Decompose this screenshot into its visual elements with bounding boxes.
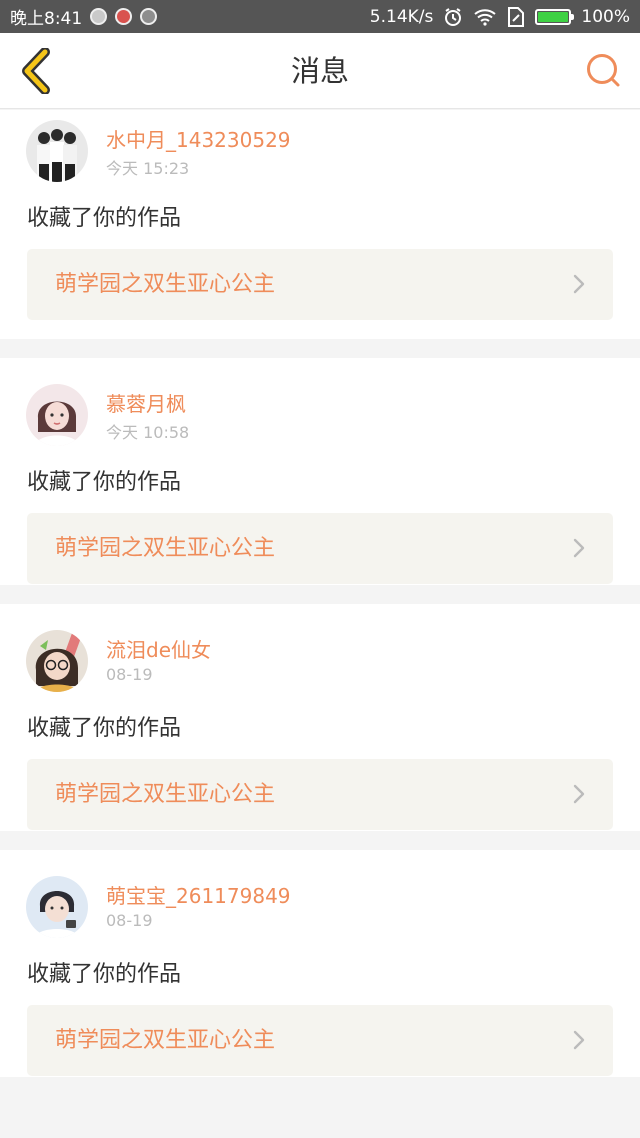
message-card: 流泪de仙女 08-19 收藏了你的作品 萌学园之双生亚心公主: [0, 604, 640, 831]
work-link[interactable]: 萌学园之双生亚心公主: [27, 759, 613, 830]
message-action: 收藏了你的作品: [27, 470, 182, 495]
battery-percent: 100%: [581, 6, 630, 27]
chevron-right-icon: [573, 1030, 585, 1050]
message-card: 慕蓉月枫 今天 10:58 收藏了你的作品 萌学园之双生亚心公主: [0, 358, 640, 585]
avatar[interactable]: [26, 384, 88, 446]
message-time: 08-19: [106, 911, 153, 930]
battery-level-fill: [538, 11, 569, 22]
status-time: 晚上8:41: [10, 9, 83, 29]
message-list: 水中月_143230529 今天 15:23 收藏了你的作品 萌学园之双生亚心公…: [0, 110, 640, 1096]
app-notification-icon: [115, 8, 133, 25]
avatar[interactable]: [26, 876, 88, 938]
app-notification-icon: [90, 8, 108, 25]
user-name[interactable]: 流泪de仙女: [106, 634, 211, 663]
page-title: 消息: [290, 54, 349, 88]
nav-bar: 消息: [0, 33, 640, 109]
avatar[interactable]: [26, 630, 88, 692]
work-link[interactable]: 萌学园之双生亚心公主: [27, 1005, 613, 1076]
search-icon: [587, 54, 620, 87]
message-card: 水中月_143230529 今天 15:23 收藏了你的作品 萌学园之双生亚心公…: [0, 110, 640, 339]
app-notification-icon: [140, 8, 158, 25]
message-action: 收藏了你的作品: [27, 962, 182, 987]
battery-icon: [535, 8, 575, 25]
chevron-right-icon: [573, 784, 585, 804]
message-time: 今天 15:23: [106, 159, 190, 178]
status-bar: 晚上8:41 5.14K/s 100%: [0, 0, 640, 33]
message-time: 今天 10:58: [106, 423, 190, 442]
work-link[interactable]: 萌学园之双生亚心公主: [27, 249, 613, 320]
chevron-right-icon: [573, 274, 585, 294]
alarm-icon: [443, 7, 463, 27]
wifi-icon: [473, 8, 497, 26]
status-right: 5.14K/s 100%: [369, 6, 630, 27]
user-name[interactable]: 萌宝宝_261179849: [106, 880, 291, 909]
work-title: 萌学园之双生亚心公主: [55, 1028, 276, 1053]
network-speed: 5.14K/s: [369, 6, 434, 27]
chevron-right-icon: [573, 538, 585, 558]
sim-icon: [507, 6, 525, 27]
avatar[interactable]: [26, 120, 88, 182]
status-left: 晚上8:41: [10, 4, 158, 29]
message-action: 收藏了你的作品: [27, 716, 182, 741]
search-button[interactable]: [582, 49, 626, 93]
work-title: 萌学园之双生亚心公主: [55, 272, 276, 297]
message-card: 萌宝宝_261179849 08-19 收藏了你的作品 萌学园之双生亚心公主: [0, 850, 640, 1077]
user-name[interactable]: 水中月_143230529: [106, 124, 291, 153]
message-action: 收藏了你的作品: [27, 206, 182, 231]
user-name[interactable]: 慕蓉月枫: [106, 388, 186, 417]
work-title: 萌学园之双生亚心公主: [55, 782, 276, 807]
work-title: 萌学园之双生亚心公主: [55, 536, 276, 561]
message-time: 08-19: [106, 665, 153, 684]
work-link[interactable]: 萌学园之双生亚心公主: [27, 513, 613, 584]
